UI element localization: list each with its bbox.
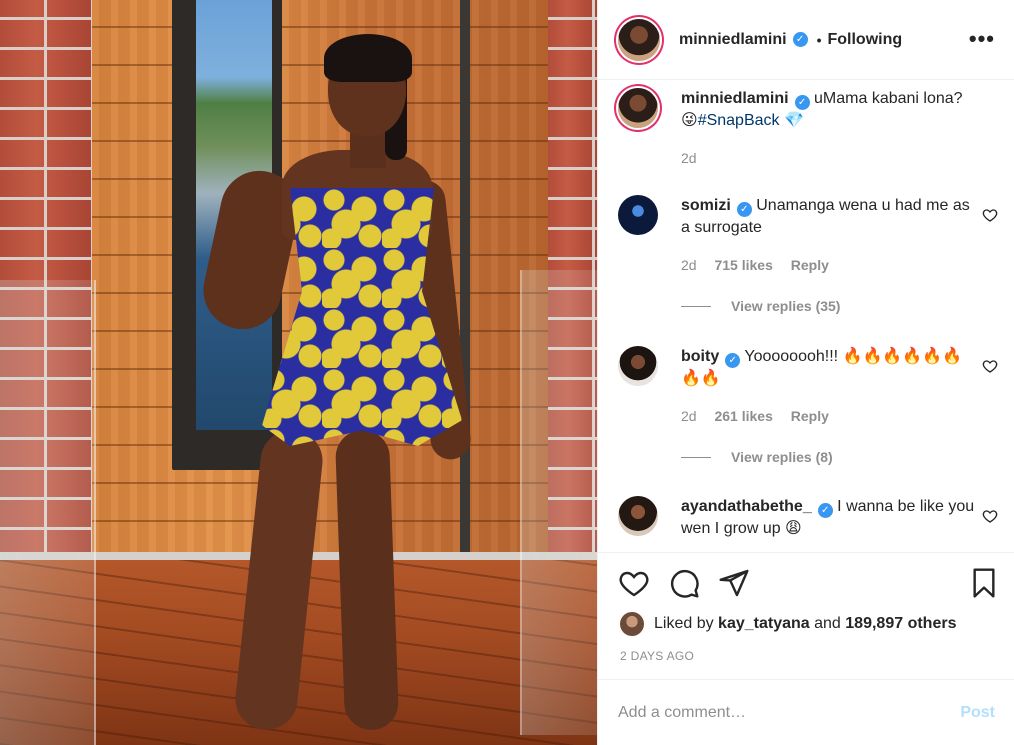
action-bar: [598, 552, 1014, 612]
diamond-emoji-icon: 💎: [783, 112, 804, 129]
view-replies-button[interactable]: View replies (35): [681, 298, 840, 314]
comment-like-heart-icon[interactable]: [982, 508, 998, 524]
likes-connector: and: [814, 615, 841, 632]
reply-button[interactable]: Reply: [791, 257, 829, 273]
comment-username[interactable]: somizi: [681, 197, 731, 214]
post-side-panel: minniedlamini ✓ • Following ••• minniedl…: [597, 0, 1014, 745]
bookmark-icon[interactable]: [968, 567, 1000, 599]
comment-username[interactable]: ayandathabethe_: [681, 498, 812, 515]
commenter-avatar[interactable]: [618, 346, 658, 386]
glass-railing-left: [0, 280, 96, 745]
verified-badge-icon: ✓: [794, 95, 810, 110]
comment-text: ayandathabethe_ ✓ I wanna be like you wen…: [681, 496, 981, 540]
comment-message: Yoooooooh!!! 🔥🔥🔥🔥🔥🔥🔥🔥: [681, 348, 963, 387]
replies-divider: [681, 305, 711, 307]
send-icon[interactable]: [718, 567, 750, 599]
verified-badge-icon: ✓: [725, 353, 741, 368]
comment-like-heart-icon[interactable]: [982, 207, 998, 223]
post-header: minniedlamini ✓ • Following •••: [598, 0, 1014, 80]
replies-divider: [681, 456, 711, 458]
view-replies-label: View replies (8): [731, 449, 833, 465]
caption-text: minniedlamini ✓ uMama kabani lona? 😜#Snap…: [681, 88, 981, 132]
liker-username[interactable]: kay_tatyana: [718, 615, 810, 633]
header-separator: •: [816, 31, 822, 48]
post-date[interactable]: 2 DAYS AGO: [620, 649, 694, 663]
caption-time[interactable]: 2d: [681, 150, 697, 166]
figure-leg-right: [334, 429, 400, 731]
liker-avatar[interactable]: [620, 612, 644, 636]
commenter-avatar[interactable]: [618, 496, 658, 536]
following-button[interactable]: Following: [827, 31, 902, 49]
add-comment-bar: Post: [598, 679, 1014, 745]
view-replies-button[interactable]: View replies (8): [681, 449, 833, 465]
post-comment-button[interactable]: Post: [960, 704, 995, 722]
verified-badge-icon: ✓: [736, 202, 752, 217]
caption-username[interactable]: minniedlamini: [681, 90, 789, 107]
view-replies-label: View replies (35): [731, 298, 841, 314]
figure-hair: [324, 34, 412, 82]
more-options-icon[interactable]: •••: [969, 28, 995, 50]
comment-text: boity ✓ Yoooooooh!!! 🔥🔥🔥🔥🔥🔥🔥🔥: [681, 346, 981, 390]
reply-button[interactable]: Reply: [791, 408, 829, 424]
comment-time[interactable]: 2d: [681, 257, 697, 273]
comment-meta: 2d 261 likes Reply: [681, 408, 843, 424]
comment-likes[interactable]: 715 likes: [714, 257, 772, 273]
post-photo[interactable]: [0, 0, 597, 745]
caption-message: uMama kabani lona?: [814, 90, 963, 107]
comment-text: somizi ✓ Unamanga wena u had me as a surr…: [681, 195, 981, 239]
author-username[interactable]: minniedlamini: [679, 31, 787, 49]
comment-time[interactable]: 2d: [681, 408, 697, 424]
wink-emoji-icon: 😜: [681, 112, 698, 129]
glass-railing-right: [520, 270, 597, 735]
verified-badge-icon: ✓: [792, 32, 808, 47]
comment-like-heart-icon[interactable]: [982, 358, 998, 374]
comment-icon[interactable]: [668, 567, 700, 599]
liked-by-prefix: Liked by: [654, 615, 714, 632]
caption-meta: 2d: [681, 150, 711, 166]
commenter-avatar[interactable]: [618, 195, 658, 235]
verified-badge-icon: ✓: [817, 503, 833, 518]
comments-list[interactable]: minniedlamini ✓ uMama kabani lona? 😜#Snap…: [598, 80, 1014, 552]
hashtag-link[interactable]: #SnapBack: [698, 112, 780, 129]
comment-meta: 2d 715 likes Reply: [681, 257, 843, 273]
comment-input[interactable]: [618, 703, 961, 722]
author-avatar[interactable]: [618, 18, 660, 61]
caption-avatar[interactable]: [618, 88, 658, 128]
likes-summary: Liked by kay_tatyana and 189,897 others: [620, 612, 956, 636]
likes-others-link[interactable]: 189,897 others: [845, 615, 956, 633]
drain-pipe: [460, 0, 470, 560]
comment-username[interactable]: boity: [681, 348, 719, 365]
comment-likes[interactable]: 261 likes: [714, 408, 772, 424]
heart-icon[interactable]: [618, 567, 650, 599]
